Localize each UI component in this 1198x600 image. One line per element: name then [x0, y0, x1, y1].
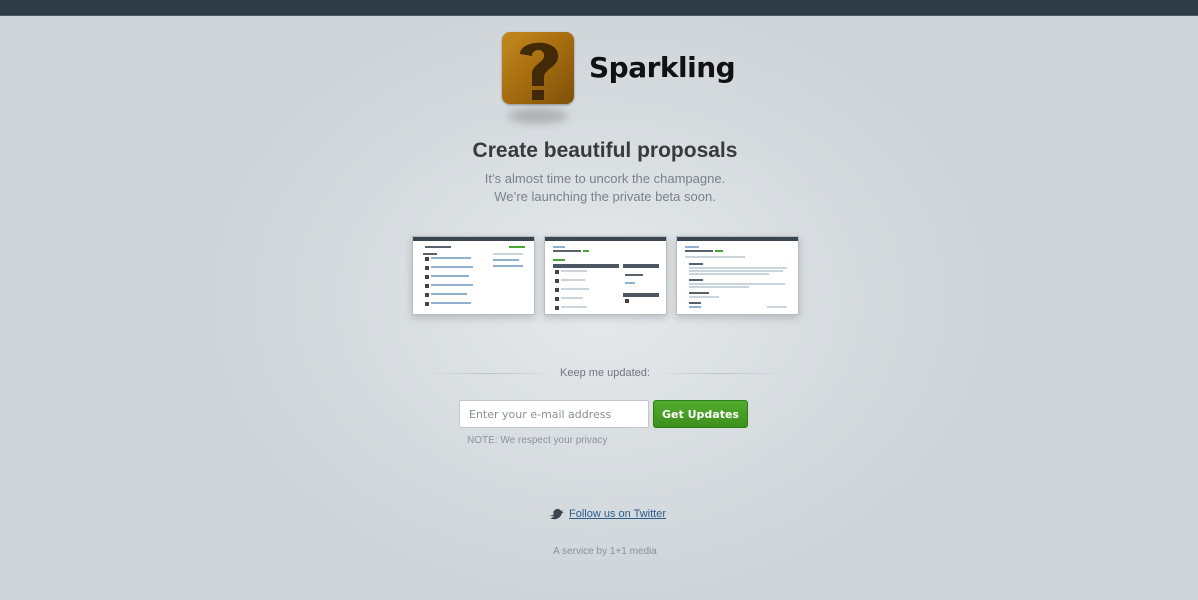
page-title: Create beautiful proposals	[472, 139, 738, 162]
footer-credit: A service by 1+1 media	[553, 546, 657, 557]
question-mark-icon	[502, 32, 574, 104]
signup-label: Keep me updated:	[560, 367, 650, 379]
twitter-bird-icon	[549, 508, 564, 520]
divider-right	[655, 373, 785, 374]
brand-name: Sparkling	[589, 51, 736, 84]
proposal-preview[interactable]	[676, 236, 799, 315]
dashboard-preview[interactable]	[412, 236, 535, 315]
twitter-link[interactable]: Follow us on Twitter	[569, 506, 666, 522]
top-bar	[0, 0, 1198, 16]
logo-shadow	[508, 108, 568, 124]
get-updates-button[interactable]: Get Updates	[653, 400, 748, 428]
tagline: It’s almost time to uncork the champagne…	[0, 170, 1198, 206]
project-preview[interactable]	[544, 236, 667, 315]
privacy-note: NOTE: We respect your privacy	[467, 435, 608, 446]
email-field[interactable]	[459, 400, 649, 428]
divider-left	[425, 373, 555, 374]
tagline-line-2: We’re launching the private beta soon.	[494, 189, 716, 204]
tagline-line-1: It’s almost time to uncork the champagne…	[484, 171, 726, 186]
